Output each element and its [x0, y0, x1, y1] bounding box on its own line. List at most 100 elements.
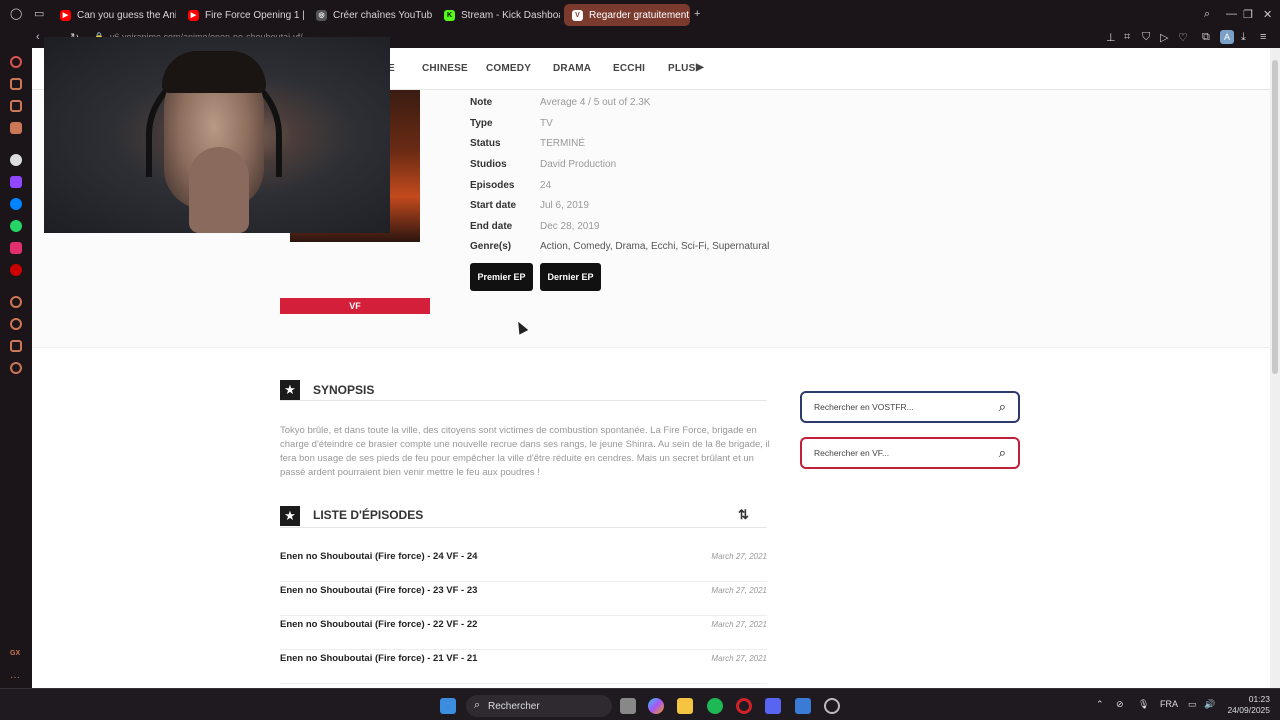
system-clock[interactable]: 01:23 24/09/2025 — [1222, 694, 1270, 716]
info-key: Episodes — [470, 180, 515, 191]
browser-tab-bar: ◯ ▭ ▶ Can you guess the Anime ▶ Fire For… — [0, 0, 1280, 30]
snapshot-icon[interactable]: ⌗ — [1124, 31, 1130, 44]
episode-title[interactable]: Enen no Shouboutai (Fire force) - 24 VF … — [280, 551, 477, 562]
tab-title: Regarder gratuitement En — [589, 9, 690, 21]
tab-title: Can you guess the Anime — [77, 9, 176, 21]
episode-row[interactable]: Enen no Shouboutai (Fire force) - 23 VF … — [280, 582, 767, 616]
taskbar-search[interactable]: ⌕ Rechercher — [466, 695, 612, 717]
opera-logo-icon[interactable]: ◯ — [10, 7, 22, 20]
episode-row[interactable]: Enen no Shouboutai (Fire force) - 22 VF … — [280, 616, 767, 650]
nav-item-comedy[interactable]: COMEDY — [486, 63, 531, 74]
info-key: Note — [470, 97, 493, 108]
maximize-icon[interactable]: ❐ — [1243, 8, 1253, 21]
webcam-overlay — [44, 37, 390, 233]
messenger-icon[interactable] — [10, 198, 22, 210]
twitch-icon[interactable] — [10, 176, 22, 188]
play-icon[interactable]: ▷ — [1160, 31, 1168, 44]
microphone-icon[interactable]: 🎙 — [1138, 699, 1149, 710]
tab-1[interactable]: ▶ Fire Force Opening 1 | Infi — [180, 4, 304, 26]
history-icon[interactable] — [10, 318, 22, 330]
kick-app-icon[interactable] — [10, 154, 22, 166]
voiranime-icon: V — [572, 9, 583, 21]
search-icon[interactable]: ⌕ — [999, 399, 1006, 415]
caret-right-icon[interactable]: ▶ — [696, 62, 704, 73]
star-icon: ★ — [280, 380, 300, 400]
menu-icon[interactable]: ≡ — [1260, 31, 1266, 43]
new-tab-icon[interactable]: + — [694, 8, 700, 20]
ublock-icon[interactable] — [10, 264, 22, 276]
language-indicator[interactable]: FRA — [1160, 699, 1178, 709]
mail-icon[interactable] — [10, 122, 22, 134]
search-tabs-icon[interactable]: ⌕ — [1204, 8, 1210, 21]
episode-title[interactable]: Enen no Shouboutai (Fire force) - 22 VF … — [280, 619, 477, 630]
extensions-icon[interactable]: ⧉ — [1202, 31, 1210, 44]
episode-title[interactable]: Enen no Shouboutai (Fire force) - 23 VF … — [280, 585, 477, 596]
episode-row[interactable]: Enen no Shouboutai (Fire force) - 24 VF … — [280, 548, 767, 582]
search-icon[interactable]: ⌕ — [999, 445, 1006, 461]
nav-item-chinese[interactable]: CHINESE — [422, 63, 468, 74]
tab-2[interactable]: ◎ Créer chaînes YouTube K — [308, 4, 432, 26]
info-value: 24 — [540, 180, 552, 191]
info-value: Jul 6, 2019 — [540, 200, 589, 211]
aria-icon[interactable] — [10, 56, 22, 68]
task-view-icon[interactable] — [620, 698, 636, 714]
shield-icon[interactable]: ⛉ — [1142, 31, 1150, 44]
search-vf-input[interactable]: Rechercher en VF... ⌕ — [800, 437, 1020, 469]
nav-item-drama[interactable]: DRAMA — [553, 63, 591, 74]
episode-row[interactable]: Enen no Shouboutai (Fire force) - 21 VF … — [280, 650, 767, 684]
info-key: Start date — [470, 200, 517, 211]
gx-icon[interactable]: GX — [10, 650, 22, 662]
sort-icon[interactable]: ⇅ — [738, 507, 749, 523]
globe-icon: ◎ — [316, 9, 327, 21]
player-icon[interactable] — [10, 296, 22, 308]
more-icon[interactable]: ··· — [10, 672, 22, 684]
info-value[interactable]: David Production — [540, 159, 616, 170]
display-icon[interactable]: ▭ — [1188, 699, 1197, 710]
flow-icon[interactable] — [10, 78, 22, 90]
windows-start-icon[interactable] — [440, 698, 456, 714]
tab-menu-icon[interactable]: ▭ — [34, 7, 44, 20]
spotify-icon[interactable] — [707, 698, 723, 714]
nav-item-plus[interactable]: PLUS — [668, 63, 695, 74]
back-icon[interactable]: ‹ — [36, 31, 40, 43]
last-episode-button[interactable]: Dernier EP — [540, 263, 601, 291]
tray-chevron-icon[interactable]: ⌃ — [1096, 699, 1104, 710]
episode-date: March 27, 2021 — [711, 552, 767, 561]
volume-icon[interactable]: 🔊 — [1204, 699, 1215, 710]
app-icon[interactable] — [795, 698, 811, 714]
heart-icon[interactable]: ♡ — [1178, 31, 1188, 44]
settings-icon[interactable] — [10, 362, 22, 374]
tab-4-active[interactable]: V Regarder gratuitement En — [564, 4, 690, 26]
file-explorer-icon[interactable] — [677, 698, 693, 714]
opera-gx-icon[interactable] — [736, 698, 752, 714]
profile-avatar[interactable]: A — [1220, 30, 1234, 44]
close-icon[interactable]: ✕ — [1263, 8, 1272, 21]
discord-icon[interactable] — [765, 698, 781, 714]
chrome-icon[interactable] — [824, 698, 840, 714]
info-key: Type — [470, 118, 493, 129]
extensions-sidebar-icon[interactable] — [10, 340, 22, 352]
minimize-icon[interactable]: — — [1226, 8, 1237, 20]
workspace-icon[interactable] — [10, 100, 22, 112]
network-icon[interactable]: ⊘ — [1116, 699, 1124, 710]
windows-taskbar: ⌕ Rechercher ⌃ ⊘ 🎙 FRA ▭ 🔊 01:23 24/09/2… — [0, 688, 1280, 720]
youtube-icon: ▶ — [188, 9, 199, 21]
episode-title[interactable]: Enen no Shouboutai (Fire force) - 21 VF … — [280, 653, 477, 664]
instagram-icon[interactable] — [10, 242, 22, 254]
first-episode-button[interactable]: Premier EP — [470, 263, 533, 291]
browser-sidebar: GX ··· — [0, 48, 32, 688]
tab-3[interactable]: K Stream - Kick Dashboard — [436, 4, 560, 26]
download-icon[interactable]: ⤓ — [1241, 31, 1246, 44]
nav-item-ecchi[interactable]: ECCHI — [613, 63, 645, 74]
copilot-icon[interactable] — [648, 698, 664, 714]
scrollbar-thumb[interactable] — [1272, 60, 1278, 374]
genre-links[interactable]: Action, Comedy, Drama, Ecchi, Sci-Fi, Su… — [540, 241, 769, 252]
kick-icon: K — [444, 9, 455, 21]
search-vostfr-input[interactable]: Rechercher en VOSTFR... ⌕ — [800, 391, 1020, 423]
tab-0[interactable]: ▶ Can you guess the Anime — [52, 4, 176, 26]
info-value: TV — [540, 118, 553, 129]
whatsapp-icon[interactable] — [10, 220, 22, 232]
episode-list-heading: LISTE D'ÉPISODES — [313, 508, 424, 522]
star-icon: ★ — [280, 506, 300, 526]
pin-icon[interactable]: ⊥ — [1106, 31, 1116, 44]
